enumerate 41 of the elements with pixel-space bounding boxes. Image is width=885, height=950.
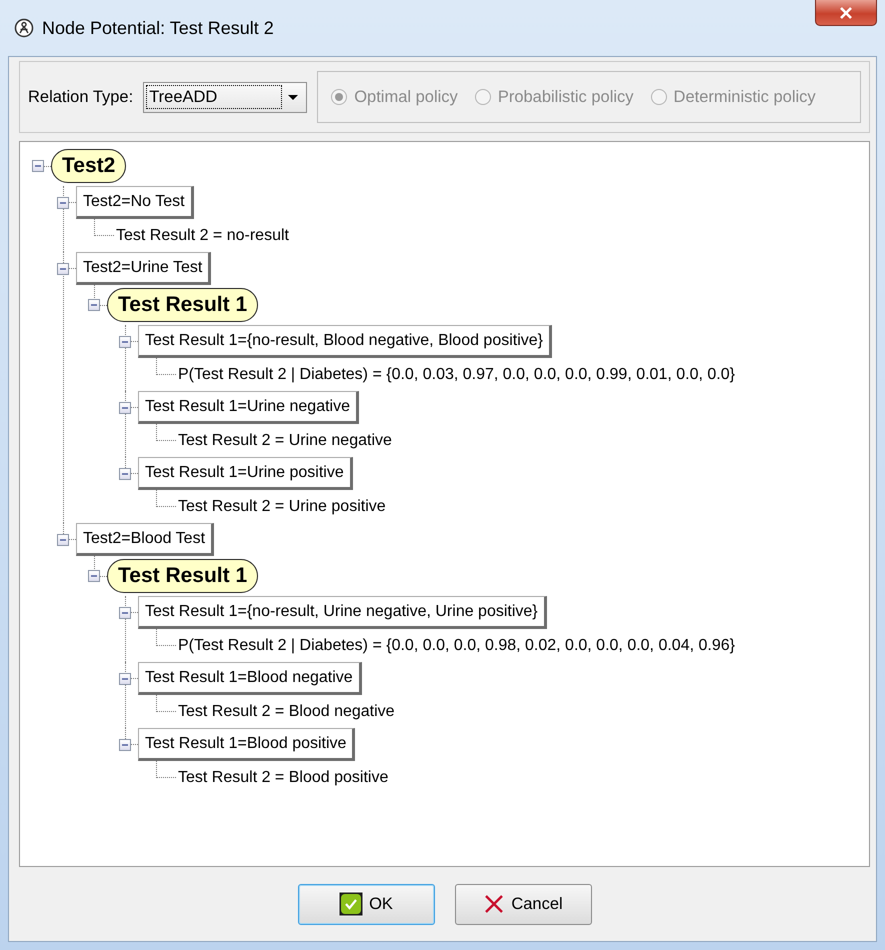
collapse-toggle[interactable] bbox=[119, 402, 131, 414]
collapse-toggle[interactable] bbox=[119, 672, 131, 684]
collapse-toggle[interactable] bbox=[57, 196, 69, 208]
close-icon bbox=[483, 893, 506, 915]
close-icon bbox=[839, 6, 853, 18]
leaf-text: Test Result 2 = Urine positive bbox=[178, 496, 386, 516]
variable-node[interactable]: Test Result 1 bbox=[107, 288, 258, 322]
leaf-text: P(Test Result 2 | Diabetes) = {0.0, 0.03, 0.97, 0.0, 0.0, 0.0, 0.99, 0.01, 0.0, 0.0} bbox=[178, 364, 735, 384]
collapse-toggle[interactable] bbox=[88, 570, 100, 582]
check-icon bbox=[339, 892, 364, 916]
ok-button[interactable]: OK bbox=[298, 884, 434, 924]
collapse-toggle[interactable] bbox=[119, 606, 131, 618]
close-button[interactable] bbox=[815, 0, 877, 26]
collapse-toggle[interactable] bbox=[88, 299, 100, 311]
branch-node[interactable]: Test2=Urine Test bbox=[76, 252, 212, 285]
collapse-toggle[interactable] bbox=[57, 262, 69, 274]
leaf-text: Test Result 2 = Blood negative bbox=[178, 702, 395, 722]
branch-node[interactable]: Test Result 1={no-result, Urine negative, Urine positive} bbox=[138, 596, 547, 629]
collapse-toggle[interactable] bbox=[119, 468, 131, 480]
relation-type-select[interactable]: TreeADD bbox=[143, 82, 308, 112]
leaf-text: Test Result 2 = no-result bbox=[116, 226, 289, 246]
branch-node[interactable]: Test2=No Test bbox=[76, 186, 194, 219]
collapse-toggle[interactable] bbox=[32, 160, 44, 172]
collapse-toggle[interactable] bbox=[119, 336, 131, 348]
window-title: Node Potential: Test Result 2 bbox=[42, 16, 274, 40]
leaf-text: P(Test Result 2 | Diabetes) = {0.0, 0.0, 0.0, 0.98, 0.02, 0.0, 0.0, 0.0, 0.04, 0.96} bbox=[178, 636, 735, 656]
branch-node[interactable]: Test2=Blood Test bbox=[76, 523, 214, 556]
branch-node[interactable]: Test Result 1={no-result, Blood negative, Blood positive} bbox=[138, 325, 552, 358]
leaf-text: Test Result 2 = Urine negative bbox=[178, 430, 392, 450]
collapse-toggle[interactable] bbox=[119, 738, 131, 750]
branch-node[interactable]: Test Result 1=Blood negative bbox=[138, 662, 362, 695]
app-icon bbox=[14, 18, 34, 38]
leaf-text: Test Result 2 = Blood positive bbox=[178, 768, 388, 788]
variable-node[interactable]: Test Result 1 bbox=[107, 559, 258, 593]
collapse-toggle[interactable] bbox=[57, 534, 69, 546]
relation-type-label: Relation Type: bbox=[28, 86, 134, 108]
branch-node[interactable]: Test Result 1=Urine positive bbox=[138, 457, 353, 490]
variable-node[interactable]: Test2 bbox=[51, 149, 126, 183]
cancel-button[interactable]: Cancel bbox=[454, 884, 592, 924]
branch-node[interactable]: Test Result 1=Blood positive bbox=[138, 728, 356, 761]
branch-node[interactable]: Test Result 1=Urine negative bbox=[138, 391, 359, 424]
